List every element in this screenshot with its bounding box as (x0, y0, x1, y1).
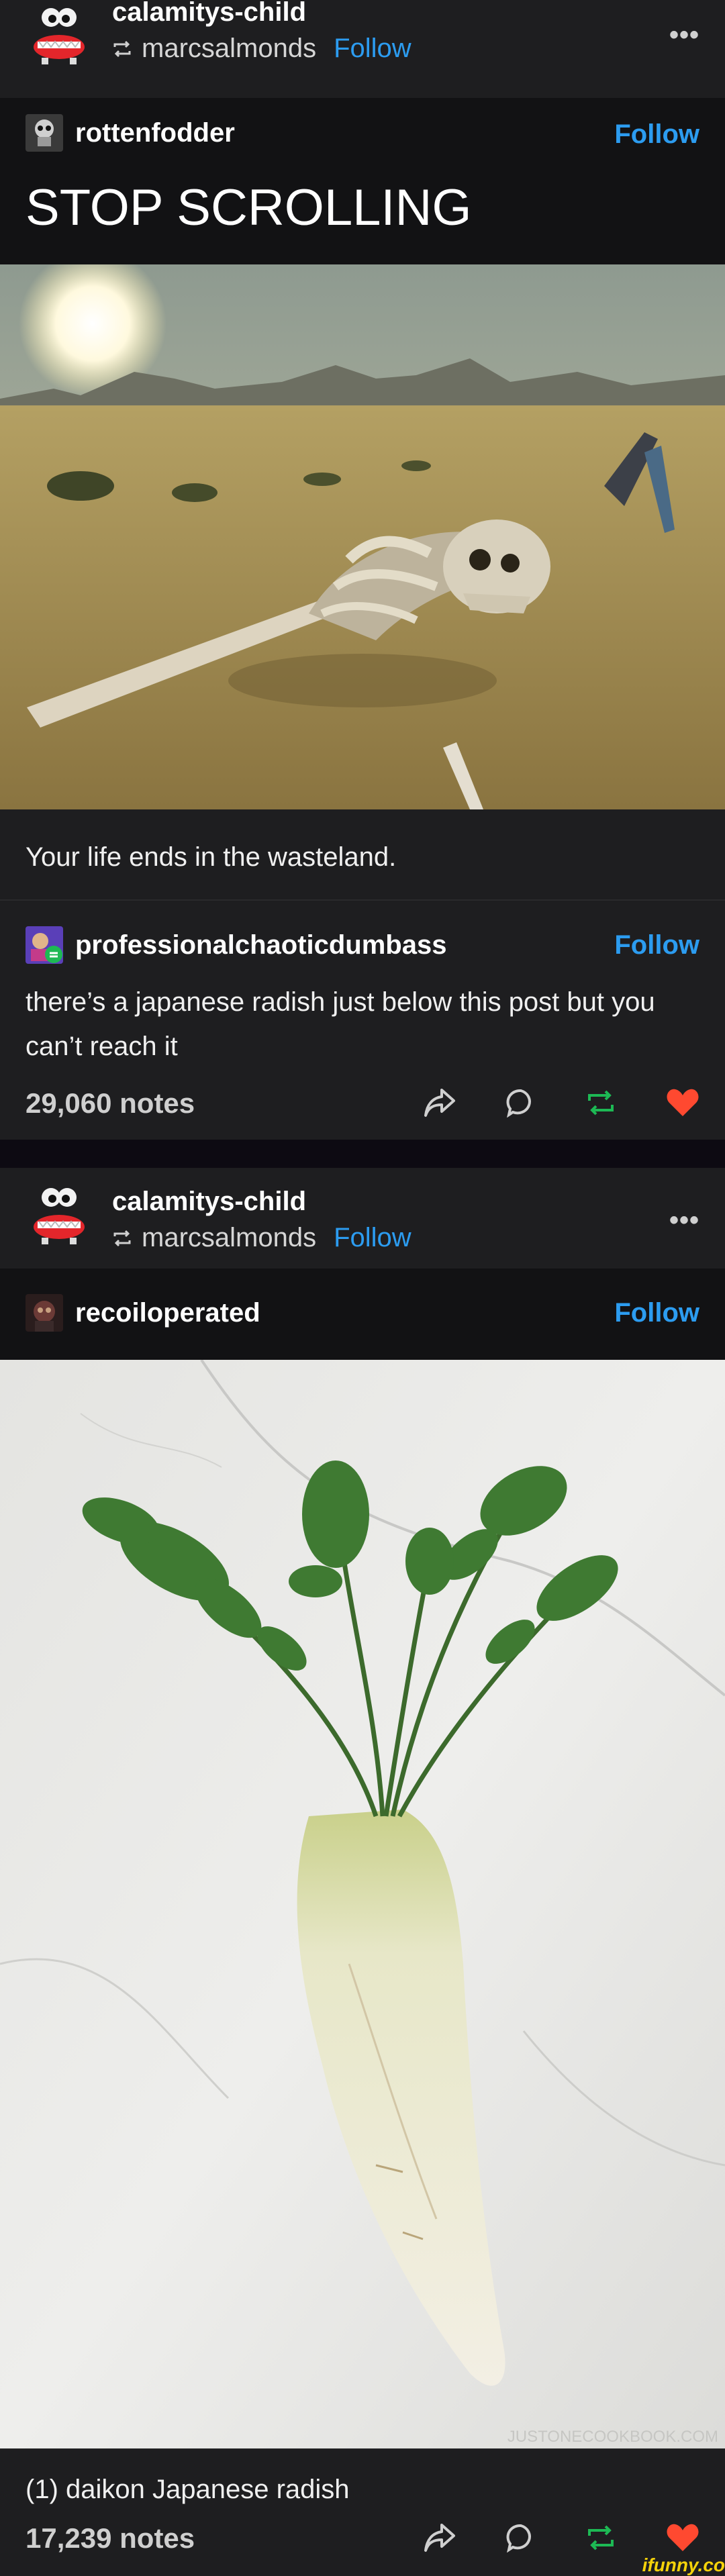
reblogger-name[interactable]: calamitys-child (112, 1187, 306, 1217)
follow-button[interactable]: Follow (334, 34, 412, 64)
notes-count[interactable]: 17,239 notes (26, 2522, 195, 2555)
original-blog-row: rottenfodder (26, 114, 235, 152)
original-post-header: recoiloperated Follow (0, 1269, 725, 1360)
skeleton-desert-illustration (0, 264, 725, 809)
follow-button[interactable]: Follow (334, 1223, 412, 1253)
post-caption: (1) daikon Japanese radish (26, 2475, 350, 2504)
notes-count[interactable]: 29,060 notes (26, 1087, 195, 1120)
daikon-image: JUSTONECOOKBOOK.COM (0, 1360, 725, 2448)
chattering-teeth-avatar-icon[interactable] (28, 1185, 90, 1247)
more-options-icon[interactable]: ••• (669, 20, 699, 50)
reblogger-name[interactable]: calamitys-child (112, 0, 306, 28)
post-wasteland: calamitys-child marcsalmonds Follow ••• … (0, 0, 725, 1140)
ifunny-watermark: ifunny.co (642, 2555, 725, 2575)
reblog-small-icon (113, 1230, 131, 1246)
reblog-source-name[interactable]: marcsalmonds (142, 1223, 316, 1253)
follow-original-button[interactable]: Follow (614, 119, 699, 150)
share-icon[interactable] (423, 2522, 456, 2553)
reblog-source-name[interactable]: marcsalmonds (142, 34, 316, 64)
reply-icon[interactable] (506, 1088, 536, 1118)
post-title: STOP SCROLLING (26, 179, 472, 236)
reply-text: there’s a japanese radish just below thi… (26, 987, 655, 1061)
post-daikon: calamitys-child marcsalmonds Follow ••• … (0, 1168, 725, 2576)
reblog-header: calamitys-child marcsalmonds Follow ••• (0, 0, 725, 86)
reblog-source: marcsalmonds Follow (112, 34, 412, 64)
image-watermark: JUSTONECOOKBOOK.COM (508, 2428, 718, 2446)
original-blog-row: recoiloperated (26, 1294, 260, 1332)
follow-reply-blog-button[interactable]: Follow (614, 930, 699, 960)
post-caption: Your life ends in the wasteland. (26, 842, 397, 872)
reblog-icon[interactable] (585, 2524, 616, 2552)
professionalchaoticdumbass-avatar-icon[interactable] (26, 926, 63, 964)
post-actions (423, 2522, 699, 2553)
original-post-header: rottenfodder Follow STOP SCROLLING (0, 98, 725, 264)
wasteland-image (0, 264, 725, 809)
reply-blog-row: professionalchaoticdumbass (26, 926, 446, 964)
original-blog-name[interactable]: recoiloperated (75, 1298, 260, 1328)
recoiloperated-avatar-icon[interactable] (26, 1294, 63, 1332)
reblog-small-icon (113, 40, 131, 57)
chattering-teeth-avatar-icon[interactable] (28, 5, 90, 67)
original-blog-name[interactable]: rottenfodder (75, 118, 235, 148)
like-heart-icon[interactable] (666, 2523, 699, 2553)
post-actions (423, 1087, 699, 1118)
daikon-radish-photo: JUSTONECOOKBOOK.COM (0, 1360, 725, 2448)
reblog-icon[interactable] (585, 1089, 616, 1117)
reply-blog-name[interactable]: professionalchaoticdumbass (75, 930, 446, 960)
reblog-header: calamitys-child marcsalmonds Follow ••• (0, 1168, 725, 1254)
rottenfodder-avatar-icon[interactable] (26, 114, 63, 152)
follow-original-button[interactable]: Follow (614, 1298, 699, 1328)
reblog-source: marcsalmonds Follow (112, 1223, 412, 1253)
more-options-icon[interactable]: ••• (669, 1205, 699, 1236)
like-heart-icon[interactable] (666, 1088, 699, 1118)
share-icon[interactable] (423, 1087, 456, 1118)
divider (0, 899, 725, 901)
reply-icon[interactable] (506, 2523, 536, 2553)
